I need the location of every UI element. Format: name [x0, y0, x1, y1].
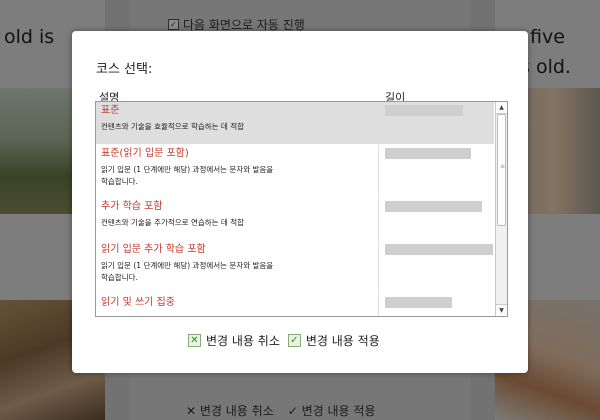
length-bar: [385, 297, 452, 308]
course-length-cell: [379, 241, 494, 293]
course-row[interactable]: 표준(읽기 입문 포함) 읽기 입문 (1 단계에만 해당) 과정에서는 문자와 …: [96, 145, 494, 198]
course-description-cell: 표준컨텐츠와 기술을 효율적으로 학습하는 데 적합: [96, 102, 379, 144]
dialog-title: 코스 선택:: [96, 62, 153, 77]
course-select-dialog: 코스 선택: 설명 길이 표준 컨텐츠와 기술을 효율적으로 학습하는 데 적합 표…: [72, 31, 528, 373]
course-description-cell: 읽기 및 쓰기 집중: [96, 294, 379, 316]
dialog-buttons: ✕ 변경 내용 취소 ✓ 변경 내용 적용: [188, 332, 380, 349]
course-list[interactable]: 표준컨텐츠와 기술을 효율적으로 학습하는 데 적합표준(읽기 입문 포함) 읽기…: [95, 101, 508, 317]
course-description-cell: 표준(읽기 입문 포함) 읽기 입문 (1 단계에만 해당) 과정에서는 문자와 …: [96, 145, 379, 197]
course-description-cell: 읽기 입문 추가 학습 포함읽기 입문 (1 단계에만 해당) 과정에서는 문자…: [96, 241, 379, 293]
course-description: 컨텐츠와 기술을 추가적으로 연습하는 데 적합: [101, 218, 245, 227]
grip-icon: ≡: [500, 163, 506, 170]
course-row[interactable]: 읽기 입문 추가 학습 포함읽기 입문 (1 단계에만 해당) 과정에서는 문자…: [96, 241, 494, 294]
course-rows: 표준컨텐츠와 기술을 효율적으로 학습하는 데 적합표준(읽기 입문 포함) 읽기…: [96, 102, 494, 316]
x-icon: ✕: [188, 334, 201, 347]
course-title: 표준(읽기 입문 포함): [101, 148, 189, 159]
course-description: 읽기 입문 (1 단계에만 해당) 과정에서는 문자와 발음을 학습합니다.: [101, 261, 274, 282]
scrollbar-thumb[interactable]: ≡: [497, 114, 506, 226]
course-row[interactable]: 읽기 및 쓰기 집중: [96, 294, 494, 316]
length-bar: [385, 244, 493, 255]
arrow-down-icon[interactable]: ▼: [496, 304, 507, 316]
course-description-cell: 추가 학습 포함컨텐츠와 기술을 추가적으로 연습하는 데 적합: [96, 198, 379, 240]
course-title: 추가 학습 포함: [101, 201, 163, 212]
course-length-cell: [379, 145, 494, 197]
apply-changes-button[interactable]: ✓ 변경 내용 적용: [287, 332, 380, 349]
list-scrollbar[interactable]: ▲ ≡ ▼: [495, 102, 507, 316]
course-title: 표준: [101, 105, 120, 116]
arrow-up-icon[interactable]: ▲: [496, 102, 507, 114]
course-length-cell: [379, 198, 494, 240]
length-bar: [385, 105, 463, 116]
cancel-changes-button[interactable]: ✕ 변경 내용 취소: [188, 332, 280, 349]
course-length-cell: [379, 294, 494, 316]
course-title: 읽기 입문 추가 학습 포함: [101, 244, 206, 255]
course-title: 읽기 및 쓰기 집중: [101, 297, 175, 308]
course-length-cell: [379, 102, 494, 144]
length-bar: [385, 148, 471, 159]
course-description: 읽기 입문 (1 단계에만 해당) 과정에서는 문자와 발음을 학습합니다.: [101, 165, 274, 186]
cancel-changes-label: 변경 내용 취소: [206, 334, 280, 348]
course-row[interactable]: 추가 학습 포함컨텐츠와 기술을 추가적으로 연습하는 데 적합: [96, 198, 494, 241]
apply-changes-label: 변경 내용 적용: [305, 334, 380, 348]
length-bar: [385, 201, 482, 212]
check-icon: ✓: [287, 334, 301, 347]
course-description: 컨텐츠와 기술을 효율적으로 학습하는 데 적합: [101, 122, 245, 131]
course-row[interactable]: 표준컨텐츠와 기술을 효율적으로 학습하는 데 적합: [96, 102, 494, 145]
